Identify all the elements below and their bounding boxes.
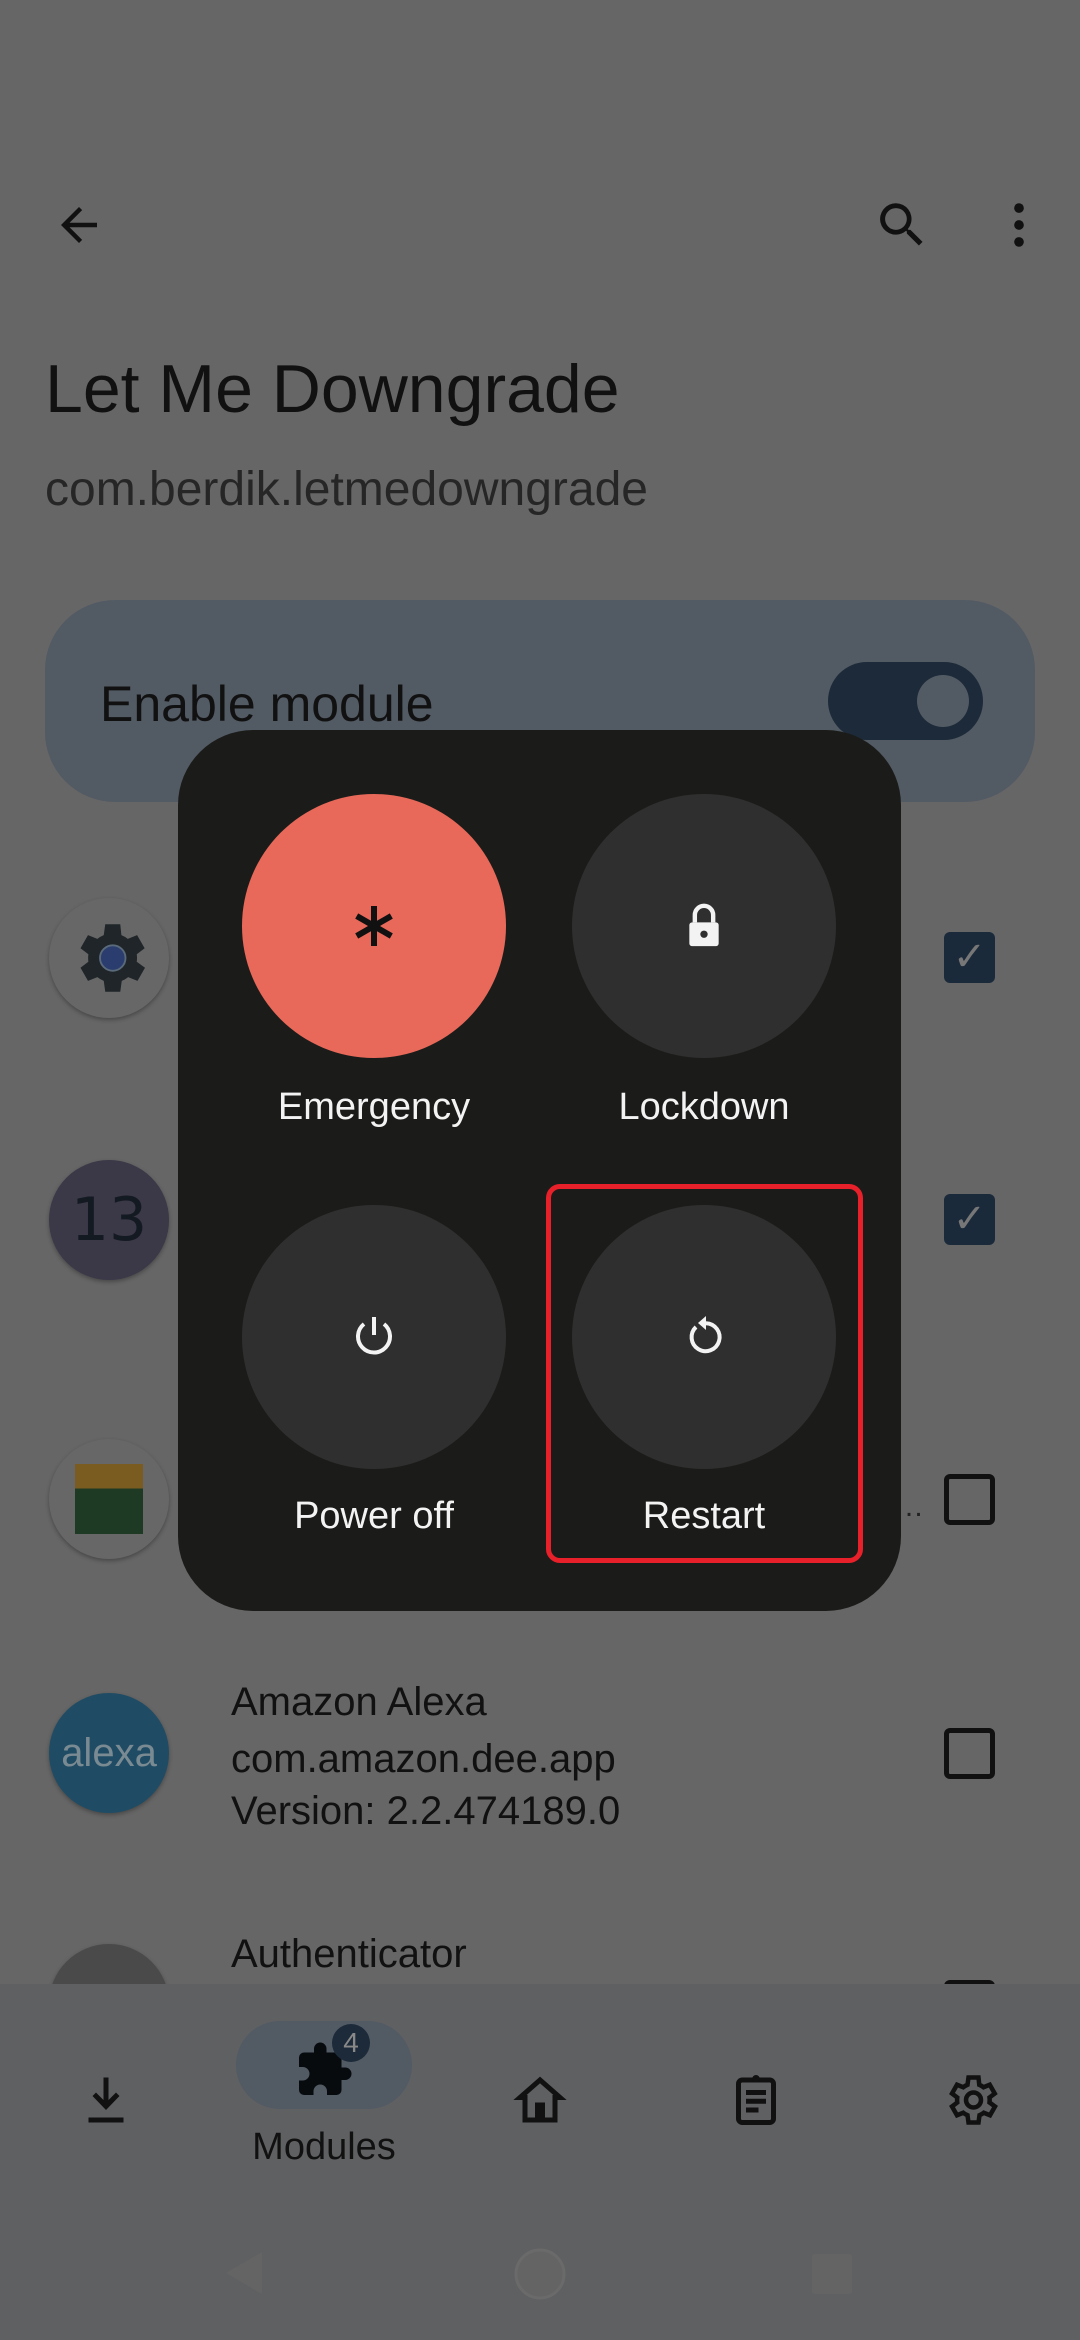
download-icon[interactable] <box>76 2070 136 2130</box>
enable-module-label: Enable module <box>100 676 434 732</box>
page-title: Let Me Downgrade <box>45 351 620 427</box>
restart-highlight <box>546 1184 863 1563</box>
emergency-asterisk-icon <box>355 906 393 946</box>
module-checkbox[interactable]: ✓ <box>944 1194 995 1245</box>
module-checkbox[interactable] <box>944 1474 995 1525</box>
power-icon <box>356 1317 392 1355</box>
package-name: com.berdik.letmedowngrade <box>45 463 648 516</box>
android-system-icon <box>49 898 169 1018</box>
android-13-icon: 13 <box>49 1160 169 1280</box>
power-off-label: Power off <box>294 1495 454 1537</box>
system-recents-icon[interactable] <box>812 2254 852 2294</box>
modules-label: Modules <box>252 2126 396 2168</box>
home-icon[interactable] <box>510 2070 570 2130</box>
modules-badge: 4 <box>332 2024 370 2062</box>
lockdown-button[interactable] <box>572 794 836 1058</box>
app-name: Amazon Alexa <box>231 1680 487 1724</box>
system-back-icon[interactable] <box>222 2250 266 2296</box>
search-icon[interactable] <box>873 196 931 254</box>
app-package: com.amazon.dee.app <box>231 1737 616 1781</box>
system-home-icon[interactable] <box>512 2246 568 2302</box>
app-name: Authenticator <box>231 1932 467 1976</box>
arrow-back-icon[interactable] <box>52 198 106 252</box>
hiker-app-icon <box>49 1439 169 1559</box>
app-version: Version: 2.2.474189.0 <box>231 1789 621 1833</box>
power-off-button[interactable] <box>242 1205 506 1469</box>
alexa-icon: alexa <box>49 1693 169 1813</box>
emergency-button[interactable] <box>242 794 506 1058</box>
settings-icon[interactable] <box>941 2070 1001 2130</box>
enable-module-toggle[interactable] <box>828 662 983 740</box>
module-checkbox[interactable]: ✓ <box>944 932 995 983</box>
module-checkbox[interactable] <box>944 1728 995 1779</box>
logs-icon[interactable] <box>726 2070 786 2130</box>
lockdown-label: Lockdown <box>618 1086 790 1128</box>
emergency-label: Emergency <box>277 1086 471 1128</box>
toggle-knob <box>917 675 969 727</box>
lock-icon <box>689 903 719 947</box>
more-vert-icon[interactable] <box>990 196 1048 254</box>
